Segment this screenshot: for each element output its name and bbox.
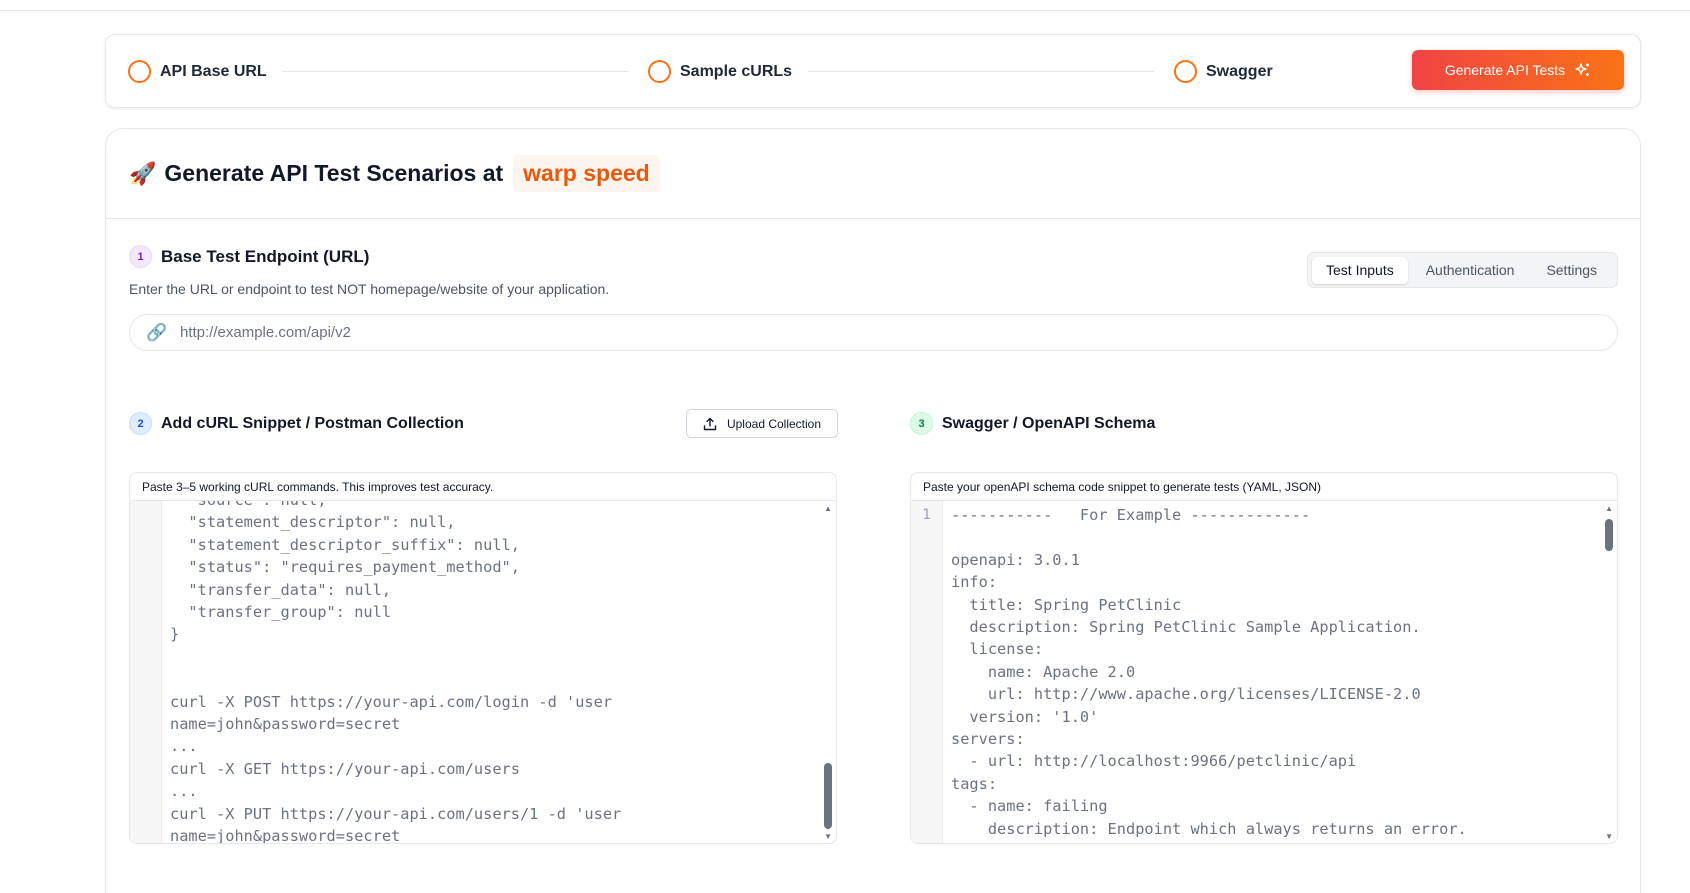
- code-viewport: ----------- For Example ------------- op…: [951, 501, 1595, 843]
- section-curl-header: 2 Add cURL Snippet / Postman Collection: [129, 412, 464, 435]
- scroll-up-arrow-icon[interactable]: ▲: [824, 504, 832, 513]
- tab-settings[interactable]: Settings: [1532, 257, 1611, 284]
- code-line: - name: owner: [951, 840, 1467, 843]
- code-line: ...: [170, 782, 198, 801]
- top-divider: [0, 0, 1690, 11]
- code-line: name=john&password=secret: [170, 715, 401, 734]
- swagger-code-area[interactable]: 1 ----------- For Example ------------- …: [911, 501, 1617, 843]
- code-line: version: '1.0': [951, 707, 1099, 726]
- code-line: description: Endpoint which always retur…: [951, 819, 1467, 838]
- code-line: "transfer_data": null,: [170, 580, 392, 599]
- title-highlight: warp speed: [513, 155, 660, 192]
- section-swagger-header: 3 Swagger / OpenAPI Schema: [910, 412, 1155, 435]
- step-connector: [808, 71, 1154, 72]
- base-url-input[interactable]: [180, 324, 1580, 341]
- code-line: name=john&password=secret: [170, 827, 401, 843]
- code-line: curl -X GET https://your-api.com/users: [170, 759, 520, 778]
- section-base-url-header: 1 Base Test Endpoint (URL): [129, 245, 369, 268]
- code-line: license:: [951, 640, 1044, 659]
- swagger-editor: Paste your openAPI schema code snippet t…: [910, 472, 1618, 844]
- code-line: "status": "requires_payment_method",: [170, 558, 520, 577]
- generate-api-tests-button[interactable]: Generate API Tests: [1412, 50, 1624, 90]
- code-line: }: [170, 625, 180, 644]
- upload-collection-button[interactable]: Upload Collection: [686, 409, 838, 438]
- section-title: Add cURL Snippet / Postman Collection: [161, 414, 464, 432]
- tab-authentication[interactable]: Authentication: [1412, 257, 1529, 284]
- url-field-container: 🔗: [129, 314, 1618, 351]
- step-number-badge: 3: [910, 412, 933, 435]
- code-line: description: Spring PetClinic Sample App…: [951, 618, 1421, 637]
- step-circle-icon: [1174, 60, 1197, 83]
- code-viewport: "source": null, "statement_descriptor": …: [170, 501, 814, 843]
- code-line: "statement_descriptor": null,: [170, 513, 456, 532]
- step-sample-curls[interactable]: Sample cURLs: [648, 60, 792, 83]
- code-line: ...: [170, 737, 198, 756]
- step-circle-icon: [128, 60, 151, 83]
- progress-stepper: API Base URL Sample cURLs Swagger Genera…: [105, 34, 1641, 108]
- vertical-scrollbar[interactable]: ▲ ▼: [1599, 501, 1617, 843]
- curl-editor: Paste 3–5 working cURL commands. This im…: [129, 472, 837, 844]
- step-circle-icon: [648, 60, 671, 83]
- swagger-code-text: ----------- For Example ------------- op…: [951, 504, 1467, 843]
- line-gutter: [130, 501, 162, 843]
- code-line: "statement_descriptor_suffix": null,: [170, 535, 520, 554]
- code-line: tags:: [951, 774, 998, 793]
- rocket-icon: 🚀: [129, 160, 157, 186]
- step-number-badge: 1: [129, 245, 152, 268]
- section-description: Enter the URL or endpoint to test NOT ho…: [129, 281, 610, 297]
- code-line: url: http://www.apache.org/licenses/LICE…: [951, 685, 1421, 704]
- code-line: curl -X POST https://your-api.com/login …: [170, 692, 613, 711]
- step-swagger[interactable]: Swagger: [1174, 60, 1273, 83]
- vertical-scrollbar[interactable]: ▲ ▼: [818, 501, 836, 843]
- input-tabs: Test Inputs Authentication Settings: [1307, 252, 1618, 288]
- line-number: 1: [922, 507, 931, 523]
- upload-icon: [703, 417, 717, 430]
- code-line: - url: http://localhost:9966/petclinic/a…: [951, 752, 1357, 771]
- step-label: Swagger: [1206, 62, 1273, 80]
- code-line: name: Apache 2.0: [951, 662, 1136, 681]
- section-title: Swagger / OpenAPI Schema: [942, 414, 1156, 432]
- link-icon: 🔗: [146, 322, 168, 342]
- curl-code-text: "source": null, "statement_descriptor": …: [170, 501, 621, 843]
- step-api-base-url[interactable]: API Base URL: [128, 60, 267, 83]
- editor-hint: Paste 3–5 working cURL commands. This im…: [130, 473, 836, 501]
- sparkles-icon: [1575, 63, 1590, 76]
- line-gutter: 1: [911, 501, 943, 843]
- curl-code-area[interactable]: "source": null, "statement_descriptor": …: [130, 501, 836, 843]
- scrollbar-thumb[interactable]: [1605, 519, 1613, 551]
- step-label: Sample cURLs: [680, 62, 793, 80]
- upload-button-label: Upload Collection: [726, 416, 822, 431]
- resize-handle-icon[interactable]: ▼: [1605, 832, 1613, 841]
- main-card: 🚀 Generate API Test Scenarios at warp sp…: [105, 128, 1641, 893]
- scrollbar-thumb[interactable]: [824, 763, 832, 829]
- code-line: "transfer_group": null: [170, 603, 392, 622]
- code-line: title: Spring PetClinic: [951, 595, 1182, 614]
- code-line: - name: failing: [951, 797, 1108, 816]
- code-line: ----------- For Example -------------: [951, 506, 1311, 524]
- scroll-up-arrow-icon[interactable]: ▲: [1605, 504, 1613, 513]
- code-line: curl -X PUT https://your-api.com/users/1…: [170, 804, 622, 823]
- tab-test-inputs[interactable]: Test Inputs: [1312, 256, 1408, 284]
- generate-button-label: Generate API Tests: [1444, 62, 1566, 78]
- step-number-badge: 2: [129, 412, 152, 435]
- step-connector: [282, 71, 628, 72]
- code-line: servers:: [951, 730, 1025, 749]
- editor-hint: Paste your openAPI schema code snippet t…: [911, 473, 1617, 501]
- code-line: info:: [951, 573, 998, 592]
- page-title: Generate API Test Scenarios at: [164, 160, 504, 186]
- section-title: Base Test Endpoint (URL): [161, 246, 370, 266]
- card-header: 🚀 Generate API Test Scenarios at warp sp…: [106, 129, 1640, 219]
- code-line: openapi: 3.0.1: [951, 550, 1080, 569]
- code-line: "source": null,: [170, 501, 621, 511]
- step-label: API Base URL: [160, 62, 267, 80]
- resize-handle-icon[interactable]: ▼: [824, 832, 832, 841]
